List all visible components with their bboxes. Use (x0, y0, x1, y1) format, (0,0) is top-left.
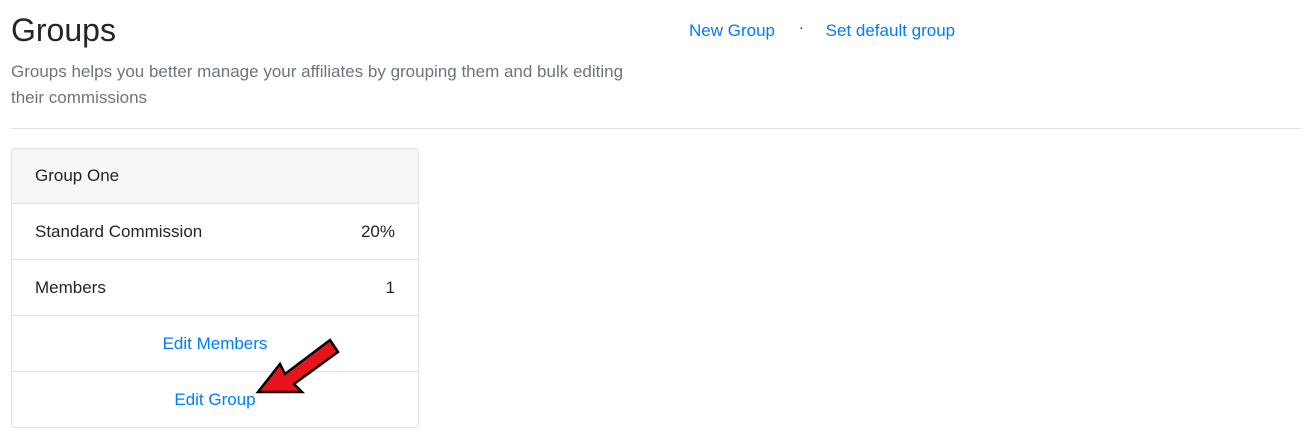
commission-value: 20% (360, 221, 395, 241)
edit-group-link[interactable]: Edit Group (174, 390, 255, 410)
page-subtitle: Groups helps you better manage your affi… (11, 62, 624, 107)
edit-group-row: Edit Group (12, 371, 418, 427)
red-arrow-icon (255, 338, 340, 394)
header-actions: New Group · Set default group (689, 18, 955, 44)
members-value: 1 (385, 277, 395, 297)
groups-page: Groups Groups helps you better manage yo… (0, 0, 1312, 433)
header-divider (11, 128, 1301, 129)
separator-dot: · (798, 19, 804, 35)
set-default-group-link[interactable]: Set default group (826, 18, 955, 44)
group-card-header: Group One (12, 149, 418, 203)
group-name: Group One (35, 166, 120, 185)
edit-members-row: Edit Members (12, 315, 418, 371)
group-card: Group One Standard Commission 20% Member… (11, 148, 419, 428)
members-label: Members (35, 277, 106, 297)
members-row: Members 1 (12, 259, 418, 315)
commission-label: Standard Commission (35, 221, 203, 241)
commission-row: Standard Commission 20% (12, 203, 418, 259)
new-group-link[interactable]: New Group (689, 18, 775, 44)
red-arrow-shape (255, 338, 340, 394)
page-title: Groups (11, 12, 116, 48)
